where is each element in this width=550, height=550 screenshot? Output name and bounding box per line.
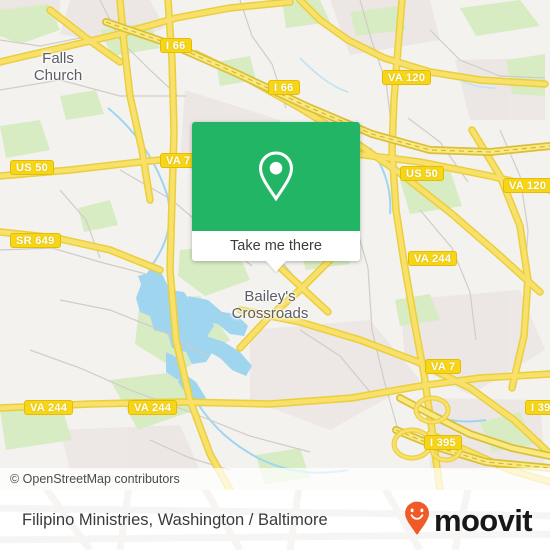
highway-shield: VA 244: [128, 400, 178, 415]
highway-shield: US 50: [10, 160, 55, 175]
take-me-there-label: Take me there: [230, 238, 322, 254]
highway-shield: I 395: [424, 435, 462, 450]
highway-shield: I 395: [525, 400, 550, 415]
popup-image-area: [192, 122, 360, 231]
location-title: Filipino Ministries, Washington / Baltim…: [22, 510, 328, 529]
highway-shield: SR 649: [10, 233, 61, 248]
moovit-wordmark: moovit: [433, 502, 533, 538]
highway-shield: VA 244: [24, 400, 74, 415]
map-attribution: © OpenStreetMap contributors: [0, 468, 550, 490]
highway-shield: VA 120: [382, 70, 432, 85]
footer-bar: Filipino Ministries, Washington / Baltim…: [0, 490, 550, 550]
highway-shield: VA 7: [160, 153, 197, 168]
moovit-logo[interactable]: moovit: [402, 500, 533, 541]
map-pin-icon: [247, 145, 305, 208]
highway-shield: US 50: [400, 166, 445, 181]
highway-shield: I 66: [268, 80, 300, 95]
highway-shield: I 66: [160, 38, 192, 53]
map-canvas[interactable]: I 66 I 66 VA 120 US 50 VA 7 US 50 VA 120…: [0, 0, 550, 490]
moovit-map-screenshot: I 66 I 66 VA 120 US 50 VA 7 US 50 VA 120…: [0, 0, 550, 550]
highway-shield: VA 7: [425, 359, 462, 374]
popup-pointer-tail: [266, 261, 286, 272]
take-me-there-button[interactable]: Take me there: [192, 231, 360, 261]
moovit-pin-icon: [402, 500, 432, 541]
highway-shield: VA 120: [503, 178, 550, 193]
highway-shield: VA 244: [408, 251, 458, 266]
location-popup[interactable]: Take me there: [192, 122, 360, 272]
